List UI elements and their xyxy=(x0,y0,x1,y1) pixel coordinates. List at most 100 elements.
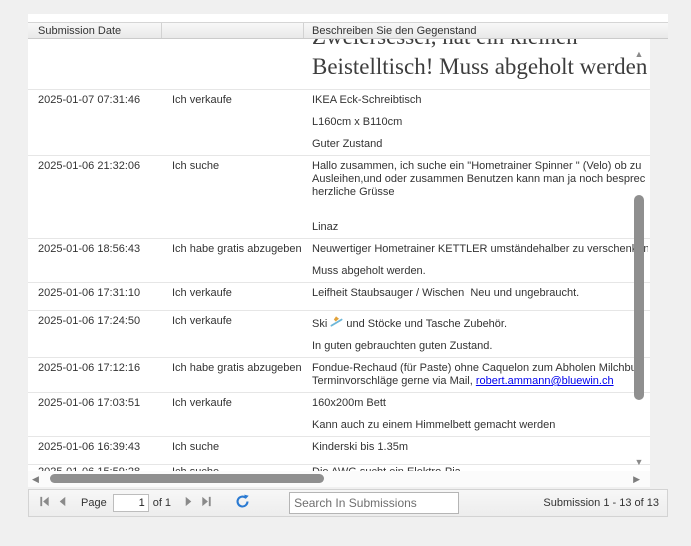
table-row[interactable]: 2025-01-06 17:03:51 Ich verkaufe 160x200m … xyxy=(28,393,650,437)
next-page-icon xyxy=(182,495,195,511)
submission-date-cell: 2025-01-06 21:32:06 xyxy=(38,160,141,172)
scroll-right-icon[interactable]: ▶ xyxy=(633,474,640,484)
description-line: Ski und Stöcke und Tasche Zubehör. xyxy=(312,315,648,331)
description-line: 160x200m Bett xyxy=(312,397,386,409)
description-line: Kinderski bis 1.35m xyxy=(312,441,408,453)
first-page-button[interactable] xyxy=(35,494,53,512)
description-paragraph: Fondue-Rechaud (für Paste) ohne Caquelon… xyxy=(312,362,648,388)
scroll-left-icon[interactable]: ◀ xyxy=(32,474,39,484)
description-text: Terminvorschläge gerne via Mail, xyxy=(312,375,476,387)
horizontal-scrollbar[interactable]: ◀ ▶ xyxy=(28,471,650,487)
prev-page-icon xyxy=(56,495,69,511)
description-paragraph: Guter Zustand xyxy=(312,138,648,151)
category-cell: Ich verkaufe xyxy=(172,315,232,327)
table-row[interactable]: 2025-01-07 07:31:46 Ich verkaufe IKEA Eck-… xyxy=(28,90,650,156)
description-cell: Hallo zusammen, ich suche ein "Hometrain… xyxy=(304,156,650,238)
table-row[interactable]: Zweiersessel, hat ein kleinen Beistelltis… xyxy=(28,39,650,90)
description-paragraph: Kinderski bis 1.35m xyxy=(312,441,648,454)
prev-page-button[interactable] xyxy=(53,494,71,512)
description-paragraph: 160x200m Bett xyxy=(312,397,648,410)
page-label: Page xyxy=(81,497,107,509)
description-line: Terminvorschläge gerne via Mail, robert.… xyxy=(312,375,648,388)
description-line xyxy=(312,208,648,221)
description-line: Muss abgeholt werden. xyxy=(312,265,426,277)
last-page-icon xyxy=(200,495,213,511)
category-cell: Ich verkaufe xyxy=(172,397,232,409)
category-cell: Ich habe gratis abzugeben xyxy=(172,362,302,374)
column-header-description[interactable]: Beschreiben Sie den Gegenstand xyxy=(304,23,668,38)
search-input[interactable] xyxy=(289,492,460,514)
description-line: L160cm x B110cm xyxy=(312,116,403,128)
vertical-scrollbar[interactable]: ▲ ▼ xyxy=(632,39,646,471)
category-cell xyxy=(162,39,304,89)
last-page-button[interactable] xyxy=(197,494,215,512)
description-cell: Neuwertiger Hometrainer KETTLER umstände… xyxy=(304,239,650,282)
description-text: Ski xyxy=(312,318,331,330)
column-header-submission-date[interactable]: Submission Date xyxy=(28,23,162,38)
category-cell: Ich suche xyxy=(172,160,220,172)
scroll-up-icon[interactable]: ▲ xyxy=(632,49,646,59)
description-line: Linaz xyxy=(312,221,339,233)
description-cell: Fondue-Rechaud (für Paste) ohne Caquelon… xyxy=(304,358,650,392)
description-line: Leifheit Staubsauger / Wischen Neu und u… xyxy=(312,287,580,299)
description-cell: Leifheit Staubsauger / Wischen Neu und u… xyxy=(304,283,650,310)
ski-emoji-icon xyxy=(330,316,343,330)
page-of-label: of 1 xyxy=(152,497,172,509)
next-page-button[interactable] xyxy=(179,494,197,512)
table-row[interactable]: 2025-01-06 17:31:10 Ich verkaufe Leifheit … xyxy=(28,283,650,311)
table-row[interactable]: 2025-01-06 16:39:43 Ich suche Kinderski bi… xyxy=(28,437,650,465)
description-paragraph: Neuwertiger Hometrainer KETTLER umstände… xyxy=(312,243,648,256)
table-row[interactable]: 2025-01-06 18:56:43 Ich habe gratis abzug… xyxy=(28,239,650,283)
description-cell: Ski und Stöcke und Tasche Zubehör. In gut… xyxy=(304,311,650,357)
submission-date-cell: 2025-01-07 07:31:46 xyxy=(38,94,141,106)
description-cell: IKEA Eck-Schreibtisch L160cm x B110cm Gute… xyxy=(304,90,650,155)
description-paragraph: Ski und Stöcke und Tasche Zubehör. xyxy=(312,315,648,331)
description-line: Beistelltisch! Muss abgeholt werden xyxy=(312,54,648,79)
first-page-icon xyxy=(38,495,51,511)
description-paragraph: Kann auch zu einem Himmelbett gemacht we… xyxy=(312,419,648,432)
description-cell: Kinderski bis 1.35m xyxy=(304,437,650,464)
vertical-scrollbar-thumb[interactable] xyxy=(634,195,644,400)
page-number-input[interactable] xyxy=(112,494,149,512)
description-line: Zweiersessel, hat ein kleinen xyxy=(312,39,648,52)
table-row[interactable]: 2025-01-06 17:12:16 Ich habe gratis abzug… xyxy=(28,358,650,393)
submissions-grid: Submission Date Beschreiben Sie den Gege… xyxy=(28,14,668,517)
description-cell: 160x200m Bett Kann auch zu einem Himmelbe… xyxy=(304,393,650,436)
description-line: In guten gebrauchten guten Zustand. xyxy=(312,340,493,352)
record-count-status: Submission 1 - 13 of 13 xyxy=(543,497,659,509)
submission-date-cell: 2025-01-06 17:31:10 xyxy=(38,287,141,299)
description-line: herzliche Grüsse xyxy=(312,186,395,198)
category-cell: Ich habe gratis abzugeben xyxy=(172,243,302,255)
submission-date-cell: 2025-01-06 17:03:51 xyxy=(38,397,141,409)
grid-top-strip xyxy=(28,14,668,22)
email-link[interactable]: robert.ammann@bluewin.ch xyxy=(476,375,614,387)
submission-date-cell: 2025-01-06 17:12:16 xyxy=(38,362,141,374)
table-row[interactable]: 2025-01-06 21:32:06 Ich suche Hallo zusamm… xyxy=(28,156,650,239)
table-row[interactable]: 2025-01-06 17:24:50 Ich verkaufe Ski und S… xyxy=(28,311,650,358)
submission-date-cell: 2025-01-06 17:24:50 xyxy=(38,315,141,327)
description-paragraph: L160cm x B110cm xyxy=(312,116,648,129)
description-paragraph: Leifheit Staubsauger / Wischen Neu und u… xyxy=(312,287,648,300)
refresh-icon xyxy=(235,494,250,512)
submission-date-cell: 2025-01-06 16:39:43 xyxy=(38,441,141,453)
description-line: Ausleihen,und oder zusammen Benutzen kan… xyxy=(312,173,646,185)
column-header-category[interactable] xyxy=(162,23,304,38)
refresh-button[interactable] xyxy=(233,494,251,512)
description-cell: Zweiersessel, hat ein kleinen Beistelltis… xyxy=(304,39,650,89)
scroll-down-icon[interactable]: ▼ xyxy=(632,457,646,467)
horizontal-scrollbar-thumb[interactable] xyxy=(50,474,324,483)
description-paragraph: In guten gebrauchten guten Zustand. xyxy=(312,340,648,353)
pager-bar: Page of 1 Submission 1 - 13 of 13 xyxy=(28,489,668,517)
category-cell: Ich verkaufe xyxy=(172,287,232,299)
description-paragraph: Zweiersessel, hat ein kleinen Beistelltis… xyxy=(312,39,648,82)
description-paragraph: Linaz xyxy=(312,208,648,234)
description-line: IKEA Eck-Schreibtisch xyxy=(312,94,422,106)
description-paragraph: Hallo zusammen, ich suche ein "Hometrain… xyxy=(312,160,648,199)
description-text: und Stöcke und Tasche Zubehör. xyxy=(343,318,508,330)
description-line: Guter Zustand xyxy=(312,138,383,150)
description-line: Hallo zusammen, ich suche ein "Hometrain… xyxy=(312,160,642,172)
category-cell: Ich verkaufe xyxy=(172,94,232,106)
grid-body: Zweiersessel, hat ein kleinen Beistelltis… xyxy=(28,39,650,471)
description-line: Neuwertiger Hometrainer KETTLER umstände… xyxy=(312,243,648,255)
description-line: Kann auch zu einem Himmelbett gemacht we… xyxy=(312,419,556,431)
